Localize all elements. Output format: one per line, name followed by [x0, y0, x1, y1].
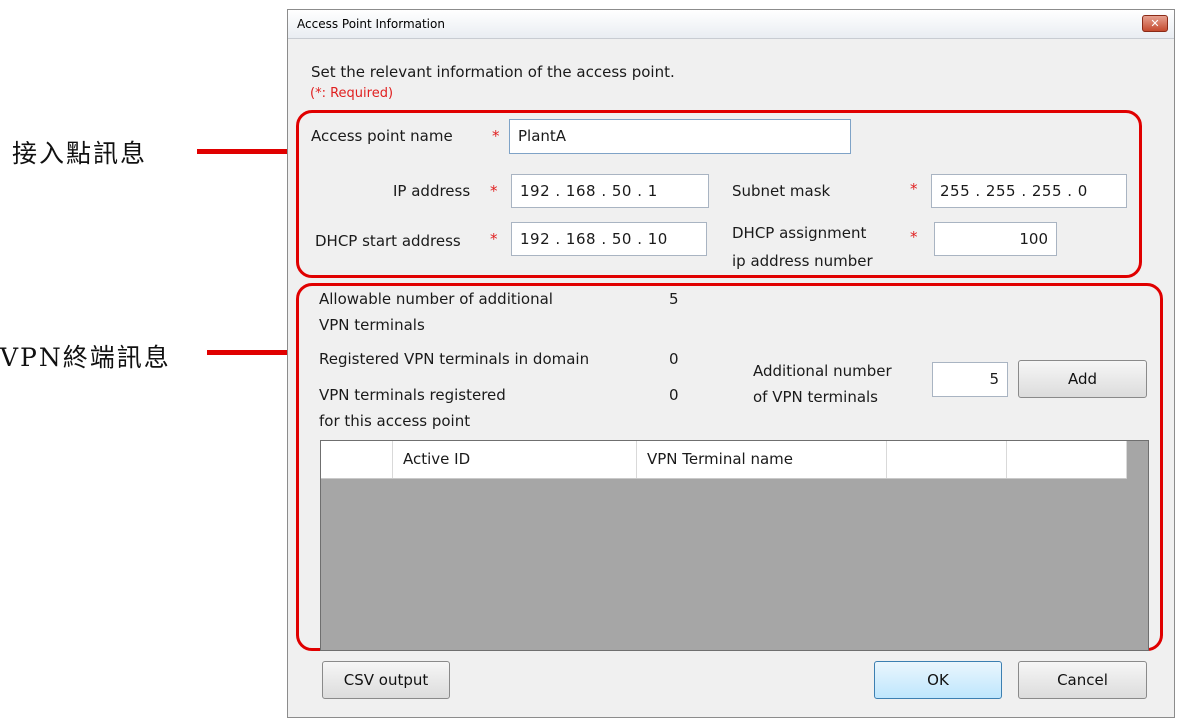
required-marker: * [910, 180, 918, 198]
annotation-arrow-line [197, 149, 299, 154]
additional-terminals-label-line1: Additional number [753, 362, 892, 380]
annotation-vpn-terminal-info: VPN終端訊息 [0, 343, 171, 372]
required-note: (*: Required) [310, 86, 394, 101]
column-header-extra-2[interactable] [1007, 441, 1127, 478]
allowable-additional-value: 5 [669, 290, 679, 308]
access-point-name-field[interactable]: PlantA [509, 119, 851, 154]
annotation-arrow-line [207, 350, 299, 355]
required-marker: * [910, 228, 918, 246]
registered-for-ap-label-line2: for this access point [319, 412, 471, 430]
additional-terminals-field[interactable]: 5 [932, 362, 1008, 397]
dhcp-start-address-label: DHCP start address [315, 232, 461, 250]
ip-address-label: IP address [393, 182, 471, 200]
table-header: Active ID VPN Terminal name [321, 441, 1127, 479]
vpn-terminals-table[interactable]: Active ID VPN Terminal name [320, 440, 1149, 651]
ok-button[interactable]: OK [874, 661, 1002, 699]
column-header-terminal-name[interactable]: VPN Terminal name [637, 441, 887, 478]
title-bar: Access Point Information ✕ [288, 10, 1174, 39]
dhcp-assignment-count-field[interactable]: 100 [934, 222, 1057, 256]
ip-address-field[interactable]: 192 . 168 . 50 . 1 [511, 174, 709, 208]
required-marker: * [492, 127, 500, 145]
registered-in-domain-label: Registered VPN terminals in domain [319, 350, 590, 368]
add-button[interactable]: Add [1018, 360, 1147, 398]
allowable-additional-label-line1: Allowable number of additional [319, 290, 553, 308]
required-marker: * [490, 230, 498, 248]
registered-for-ap-label-line1: VPN terminals registered [319, 386, 506, 404]
column-header-active-id[interactable]: Active ID [393, 441, 637, 478]
required-marker: * [490, 182, 498, 200]
dhcp-assignment-label-line2: ip address number [732, 252, 873, 270]
dialog-title: Access Point Information [297, 17, 445, 31]
annotation-access-point-info: 接入點訊息 [12, 139, 148, 168]
close-icon: ✕ [1150, 17, 1160, 30]
csv-output-button[interactable]: CSV output [322, 661, 450, 699]
subnet-mask-label: Subnet mask [732, 182, 831, 200]
close-button[interactable]: ✕ [1142, 15, 1168, 32]
registered-for-ap-value: 0 [669, 386, 679, 404]
registered-in-domain-value: 0 [669, 350, 679, 368]
column-header-extra-1[interactable] [887, 441, 1007, 478]
dhcp-assignment-label-line1: DHCP assignment [732, 224, 867, 242]
additional-terminals-label-line2: of VPN terminals [753, 388, 878, 406]
cancel-button[interactable]: Cancel [1018, 661, 1147, 699]
dhcp-start-address-field[interactable]: 192 . 168 . 50 . 10 [511, 222, 707, 256]
allowable-additional-label-line2: VPN terminals [319, 316, 425, 334]
column-header-select[interactable] [321, 441, 393, 478]
subnet-mask-field[interactable]: 255 . 255 . 255 . 0 [931, 174, 1127, 208]
access-point-name-label: Access point name [311, 127, 453, 145]
instruction-text: Set the relevant information of the acce… [311, 63, 675, 81]
